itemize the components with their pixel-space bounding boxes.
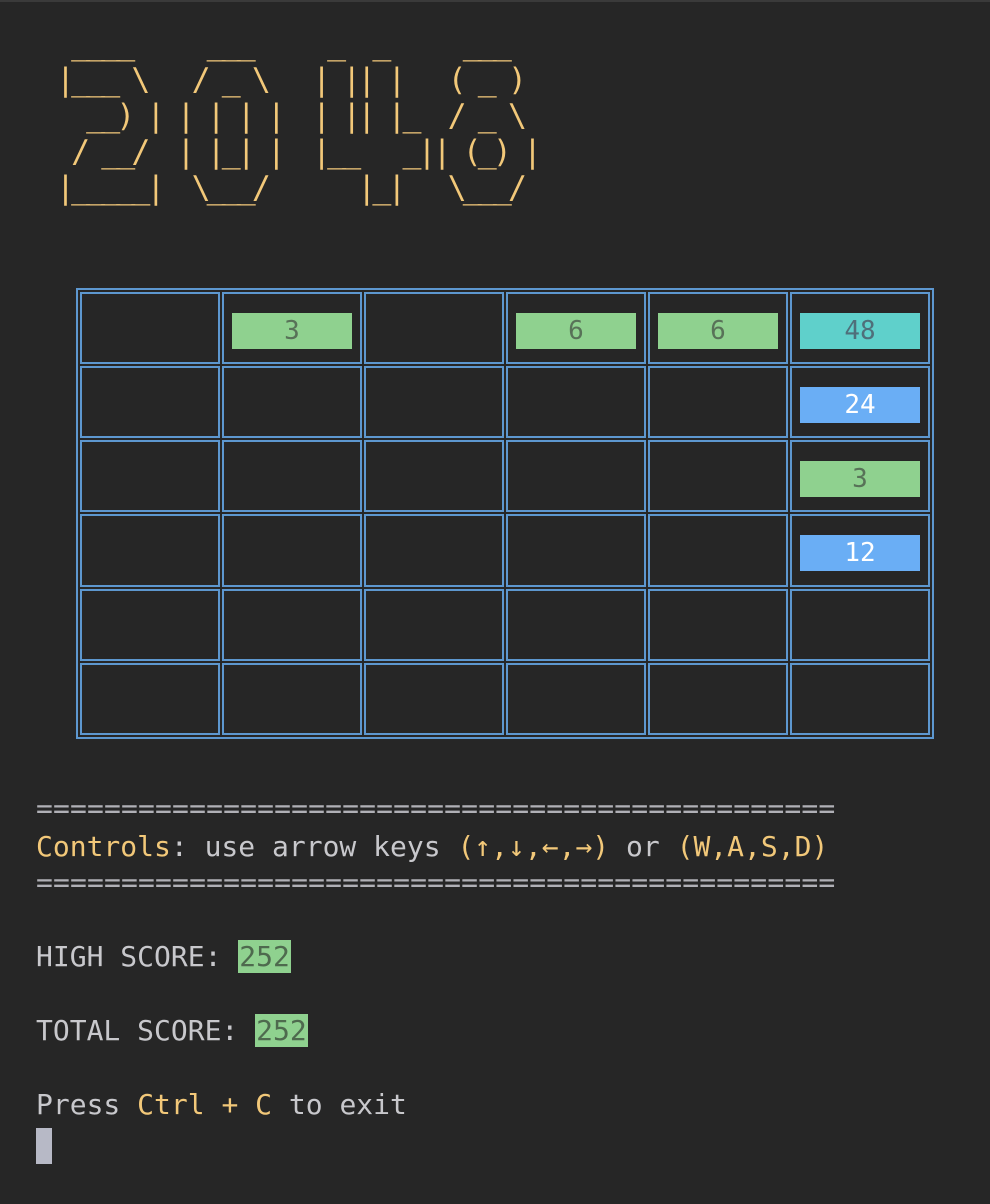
total-score-value: 252 <box>255 1014 308 1047</box>
board-cell <box>364 588 504 661</box>
controls-label: Controls <box>36 830 171 863</box>
exit-hint-rest: to exit <box>272 1088 407 1121</box>
board-cell: 24 <box>790 366 930 439</box>
board-cell <box>80 292 220 365</box>
controls-text: use arrow keys <box>187 830 458 863</box>
board-cell <box>364 662 504 735</box>
tile: 6 <box>658 313 778 349</box>
total-score-label: TOTAL SCORE: <box>36 1014 256 1047</box>
board-cell: 12 <box>790 514 930 587</box>
board-cell <box>222 514 362 587</box>
board-cell: 6 <box>506 292 646 365</box>
controls-wasd-keys: (W,A,S,D) <box>676 830 829 863</box>
board-cell <box>648 662 788 735</box>
board-cell <box>506 366 646 439</box>
tile: 12 <box>800 535 920 572</box>
board-cell <box>80 514 220 587</box>
exit-hint-keys: Ctrl + C <box>137 1088 273 1121</box>
board-cell <box>648 588 788 661</box>
board-cell <box>364 514 504 587</box>
board-cell <box>364 440 504 513</box>
board-cell <box>364 292 504 365</box>
board-cell <box>648 440 788 513</box>
board-cell <box>790 662 930 735</box>
controls-or: or <box>609 830 677 863</box>
separator-top: ========================================… <box>36 792 836 825</box>
board-grid: 3 6 6 48 24 3 12 <box>80 292 930 735</box>
board-cell <box>80 662 220 735</box>
separator-bottom: ========================================… <box>36 866 836 899</box>
total-score-line: TOTAL SCORE: 252 <box>36 1014 308 1047</box>
game-board: 3 6 6 48 24 3 12 <box>76 288 934 739</box>
controls-colon: : <box>170 830 188 863</box>
board-cell <box>506 662 646 735</box>
tile: 3 <box>800 461 920 498</box>
board-cell <box>506 514 646 587</box>
board-cell <box>222 440 362 513</box>
controls-line: Controls: use arrow keys (↑,↓,←,→) or (W… <box>36 830 828 863</box>
high-score-line: HIGH SCORE: 252 <box>36 940 291 973</box>
board-cell <box>506 588 646 661</box>
exit-hint-press: Press <box>36 1088 138 1121</box>
board-cell: 3 <box>222 292 362 365</box>
board-cell: 3 <box>790 440 930 513</box>
board-cell <box>506 440 646 513</box>
high-score-value: 252 <box>238 940 291 973</box>
board-cell <box>364 366 504 439</box>
tile: 3 <box>232 313 352 349</box>
tile: 24 <box>800 387 920 424</box>
tile: 6 <box>516 313 636 349</box>
board-cell <box>648 366 788 439</box>
board-cell <box>80 440 220 513</box>
terminal-cursor[interactable] <box>36 1128 52 1164</box>
board-cell <box>648 514 788 587</box>
window-top-border <box>0 0 990 2</box>
board-cell <box>222 588 362 661</box>
board-cell <box>222 366 362 439</box>
board-cell <box>222 662 362 735</box>
game-title-ascii-art: ____ ___ _ _ ___ |___ \ / _ \ | || | ( _… <box>56 26 542 206</box>
high-score-label: HIGH SCORE: <box>36 940 239 973</box>
board-cell: 6 <box>648 292 788 365</box>
tile: 48 <box>800 313 920 349</box>
controls-arrow-keys: (↑,↓,←,→) <box>457 830 610 863</box>
board-cell <box>80 366 220 439</box>
board-cell <box>80 588 220 661</box>
board-cell <box>790 588 930 661</box>
exit-hint-line: Press Ctrl + C to exit <box>36 1088 407 1121</box>
board-cell: 48 <box>790 292 930 365</box>
